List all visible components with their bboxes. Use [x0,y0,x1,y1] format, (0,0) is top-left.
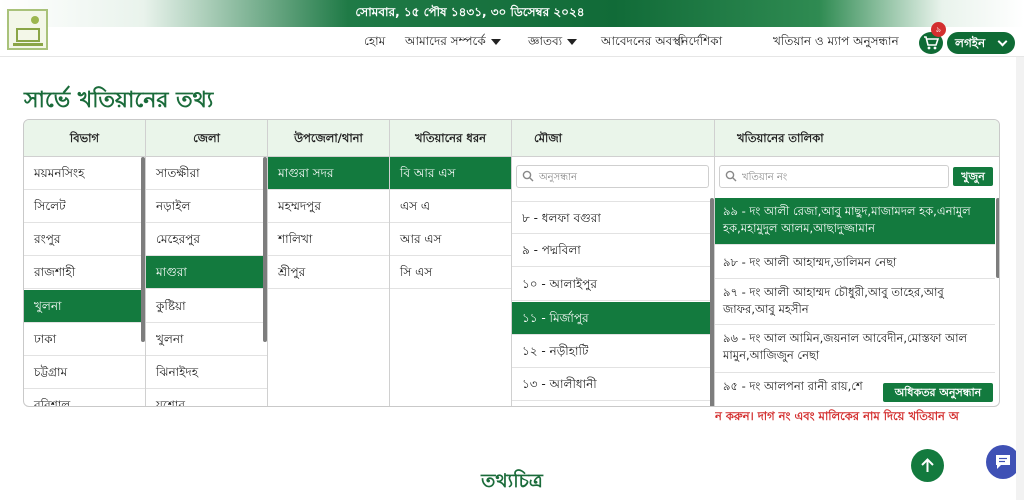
khatian-search-button[interactable]: খুজুন [953,167,993,186]
division-item[interactable]: রাজশাহী [24,256,145,289]
division-item-selected[interactable]: খুলনা [24,290,145,323]
upazila-column: উপজেলা/থানা মাগুরা সদর মহম্মদপুর শালিখা … [268,120,390,406]
khatian-number-input[interactable]: খতিয়ান নং [719,165,949,188]
nav-home[interactable]: হোম [364,33,385,53]
district-item[interactable]: মেহেরপুর [146,223,267,256]
upazila-header: উপজেলা/থানা [268,120,389,157]
division-item[interactable]: ঢাকা [24,323,145,356]
division-item[interactable]: বরিশাল [24,389,145,406]
division-column: বিভাগ ময়মনসিংহ সিলেট রংপুর রাজশাহী খুলন… [24,120,146,406]
khatian-selection-panel: বিভাগ ময়মনসিংহ সিলেট রংপুর রাজশাহী খুলন… [23,119,1000,407]
khatian-type-item[interactable]: আর এস [390,223,511,256]
search-icon [522,170,534,182]
chat-icon [996,455,1010,469]
scrolling-notice: ন করুন। দাগ নং এবং মালিকের নাম দিয়ে খতি… [715,409,959,423]
district-scrollbar[interactable] [263,157,267,342]
district-item[interactable]: ঝিনাইদহ [146,356,267,389]
khatian-item-selected[interactable]: ৯৯ - দং আলী রেজা,আবু মাছুদ,মাজামদল হক,এন… [715,198,995,245]
nav-guidelines[interactable]: নির্দেশিকা [678,33,722,53]
district-item[interactable]: খুলনা [146,323,267,356]
advanced-search-button[interactable]: অধিকতর অনুসন্ধান [883,383,993,402]
chat-button[interactable] [986,445,1020,479]
khatian-search-placeholder: খতিয়ান নং [742,172,788,183]
khatian-type-item-selected[interactable]: বি আর এস [390,157,511,190]
khatian-type-item[interactable]: এস এ [390,190,511,223]
ground-line [13,43,43,46]
nav-about[interactable]: আমাদের সম্পর্কে [405,33,501,53]
division-item[interactable]: ময়মনসিংহ [24,157,145,190]
division-scrollbar[interactable] [141,157,145,342]
page-title: সার্ভে খতিয়ানের তথ্য [24,88,214,113]
khatian-item[interactable]: ৯৮ - দং আলী আহাম্মদ,ডালিমন নেছা [715,245,995,279]
khatian-item[interactable]: ৯৬ - দং আল আমিন,জয়নাল আবেদীন,মোস্তফা আল… [715,325,995,373]
mouza-header: মৌজা [512,120,714,157]
mouza-item[interactable]: ১২ - নড়ীহাটি [512,335,714,368]
district-item[interactable]: যশোর [146,389,267,406]
khatian-scrollbar[interactable] [996,198,999,278]
infograph-title: তথ্যচিত্র [481,470,543,492]
current-date: সোমবার, ১৫ পৌষ ১৪৩১, ৩০ ডিসেম্বর ২০২৪ [355,5,585,19]
district-column: জেলা সাতক্ষীরা নড়াইল মেহেরপুর মাগুরা কু… [146,120,268,406]
sun-icon [31,16,39,24]
mouza-item-selected[interactable]: ১১ - মির্জাপুর [512,302,714,335]
nav-knowledge[interactable]: জ্ঞাতব্য [528,33,578,53]
upazila-item[interactable]: শ্রীপুর [268,256,389,289]
upazila-item-selected[interactable]: মাগুরা সদর [268,157,389,190]
house-icon [16,28,40,42]
district-item[interactable]: কুষ্টিয়া [146,290,267,323]
mouza-scrollbar[interactable] [710,198,714,406]
caret-down-icon [490,38,501,45]
chevron-down-icon [997,36,1008,47]
search-icon [725,170,737,182]
mouza-item[interactable]: ৮ - ধলফা বগুরা [512,201,714,234]
khatian-type-column: খতিয়ানের ধরন বি আর এস এস এ আর এস সি এস [390,120,512,406]
khatian-item[interactable]: ৯৭ - দং আলী আহাম্মদ চৌধুরী,আবু তাহের,আবু… [715,279,995,325]
division-header: বিভাগ [24,120,145,157]
cart-icon [924,36,939,50]
khatian-type-header: খতিয়ানের ধরন [390,120,511,157]
upazila-item[interactable]: শালিখা [268,223,389,256]
page-scrollbar[interactable] [1016,57,1024,500]
mouza-column: মৌজা অনুসন্ধান ৮ - ধলফা বগুরা ৯ - পদ্মবি… [512,120,715,406]
login-label: লগইন [955,36,986,50]
district-item[interactable]: সাতক্ষীরা [146,157,267,190]
mouza-search-input[interactable]: অনুসন্ধান [516,165,709,188]
mouza-search-placeholder: অনুসন্ধান [539,172,578,183]
mouza-item[interactable]: ১৩ - আলীধানী [512,368,714,401]
district-header: জেলা [146,120,267,157]
division-item[interactable]: সিলেট [24,190,145,223]
site-logo[interactable] [7,9,48,50]
mouza-item[interactable]: ১০ - আলাইপুর [512,268,714,301]
khatian-list-header: খতিয়ানের তালিকা [715,120,999,157]
cart-count-badge: ৯ [931,22,946,37]
arrow-up-icon [921,458,934,472]
district-item-selected[interactable]: মাগুরা [146,256,267,289]
upazila-item[interactable]: মহম্মদপুর [268,190,389,223]
khatian-list-column: খতিয়ানের তালিকা খতিয়ান নং খুজুন ৯৯ - দ… [715,120,999,406]
caret-down-icon [567,38,578,45]
division-item[interactable]: চট্টগ্রাম [24,356,145,389]
mouza-item[interactable]: ৯ - পদ্মবিলা [512,234,714,267]
nav-khatian-map-search[interactable]: খতিয়ান ও ম্যাপ অনুসন্ধান [773,33,899,53]
division-item[interactable]: রংপুর [24,223,145,256]
khatian-type-item[interactable]: সি এস [390,256,511,289]
scroll-to-top-button[interactable] [911,449,944,482]
login-button[interactable]: লগইন [947,32,1015,54]
date-bar: সোমবার, ১৫ পৌষ ১৪৩১, ৩০ ডিসেম্বর ২০২৪ [0,0,1024,27]
nav-application-status[interactable]: আবেদনের অবস্থা [601,33,684,53]
district-item[interactable]: নড়াইল [146,190,267,223]
